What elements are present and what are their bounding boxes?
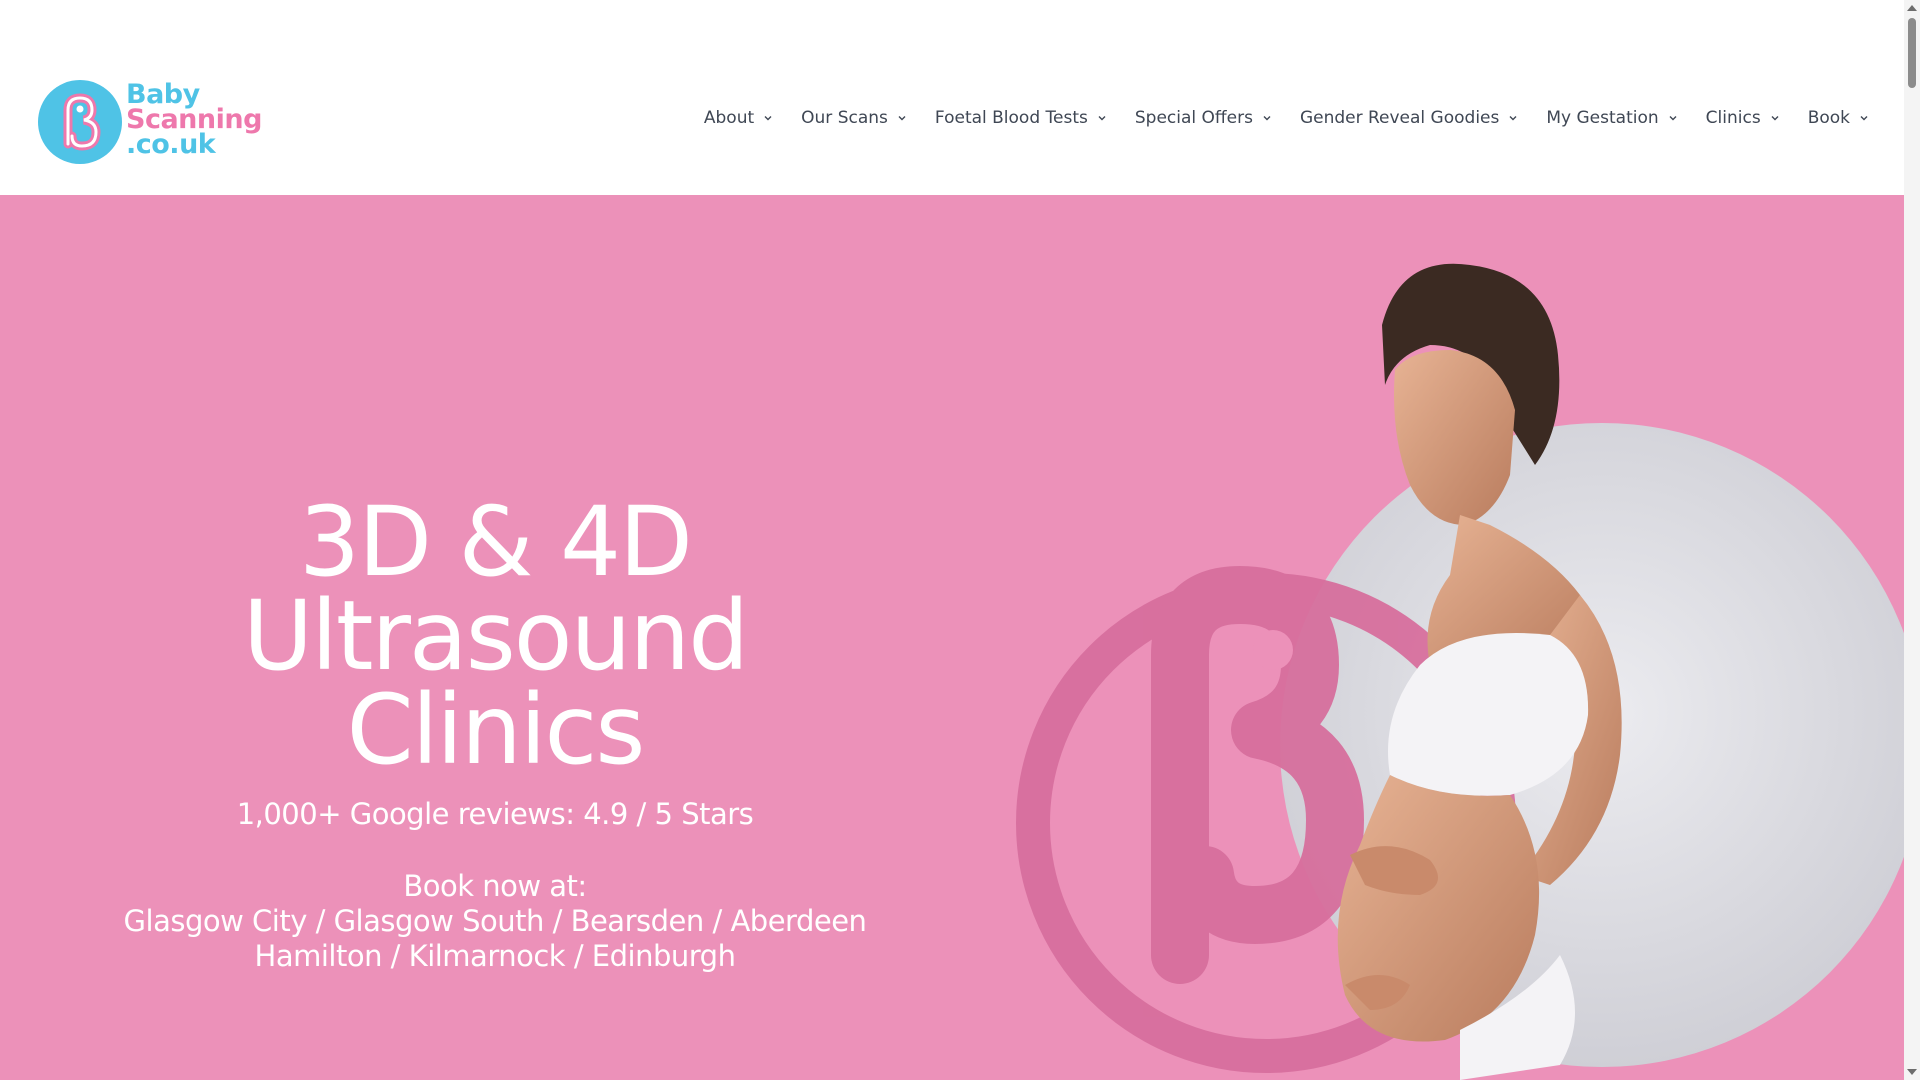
nav-label: About (703, 108, 755, 128)
scroll-up-arrow-icon[interactable] (1907, 5, 1917, 11)
page: Baby Scanning .co.uk About Our Scans Foe… (0, 0, 1904, 1080)
logo-wordmark: Baby Scanning .co.uk (126, 81, 262, 160)
logo-line-domain: .co.uk (126, 129, 216, 160)
hero-text-block: 3D & 4D Ultrasound Clinics 1,000+ Google… (0, 195, 990, 1080)
chevron-down-icon (1669, 116, 1677, 121)
site-header: Baby Scanning .co.uk About Our Scans Foe… (0, 0, 1904, 195)
nav-label: Our Scans (801, 108, 888, 128)
chevron-down-icon (1860, 116, 1868, 121)
hero-title-line: 3D & 4D (299, 486, 693, 598)
nav-label: Book (1807, 108, 1850, 128)
book-locations-line[interactable]: Hamilton / Kilmarnock / Edinburgh (0, 939, 990, 974)
book-locations-line[interactable]: Glasgow City / Glasgow South / Bearsden … (0, 904, 990, 939)
nav-label: Gender Reveal Goodies (1299, 108, 1500, 128)
main-nav: About Our Scans Foetal Blood Tests Speci… (704, 108, 1870, 128)
hero-section: 3D & 4D Ultrasound Clinics 1,000+ Google… (0, 195, 1904, 1080)
chevron-down-icon (898, 116, 906, 121)
nav-label: Special Offers (1134, 108, 1253, 128)
site-logo[interactable]: Baby Scanning .co.uk (38, 80, 268, 166)
scroll-thumb[interactable] (1908, 18, 1916, 88)
chevron-down-icon (1509, 116, 1517, 121)
chevron-down-icon (1098, 116, 1106, 121)
nav-item-foetal-blood-tests[interactable]: Foetal Blood Tests (935, 108, 1108, 128)
nav-item-our-scans[interactable]: Our Scans (801, 108, 908, 128)
hero-title-line: Ultrasound (242, 580, 749, 692)
hero-title: 3D & 4D Ultrasound Clinics (0, 486, 990, 786)
nav-item-special-offers[interactable]: Special Offers (1135, 108, 1273, 128)
nav-item-book[interactable]: Book (1808, 108, 1870, 128)
scroll-down-arrow-icon[interactable] (1907, 1069, 1917, 1075)
nav-item-about[interactable]: About (704, 108, 774, 128)
book-heading: Book now at: (403, 869, 587, 903)
nav-label: Foetal Blood Tests (934, 108, 1088, 128)
hero-image (1016, 263, 1904, 1080)
hero-title-line: Clinics (346, 674, 646, 786)
nav-item-clinics[interactable]: Clinics (1706, 108, 1781, 128)
nav-item-my-gestation[interactable]: My Gestation (1546, 108, 1678, 128)
reviews-text: 1,000+ Google reviews: 4.9 / 5 Stars (236, 797, 754, 831)
chevron-down-icon (764, 116, 772, 121)
vertical-scrollbar[interactable] (1904, 0, 1920, 1080)
nav-label: Clinics (1705, 108, 1761, 128)
nav-label: My Gestation (1546, 108, 1659, 128)
chevron-down-icon (1263, 116, 1271, 121)
nav-item-gender-reveal-goodies[interactable]: Gender Reveal Goodies (1300, 108, 1519, 128)
baby-b-logo-icon (38, 80, 122, 164)
book-locations: Book now at: Glasgow City / Glasgow Sout… (0, 869, 990, 974)
chevron-down-icon (1771, 116, 1779, 121)
